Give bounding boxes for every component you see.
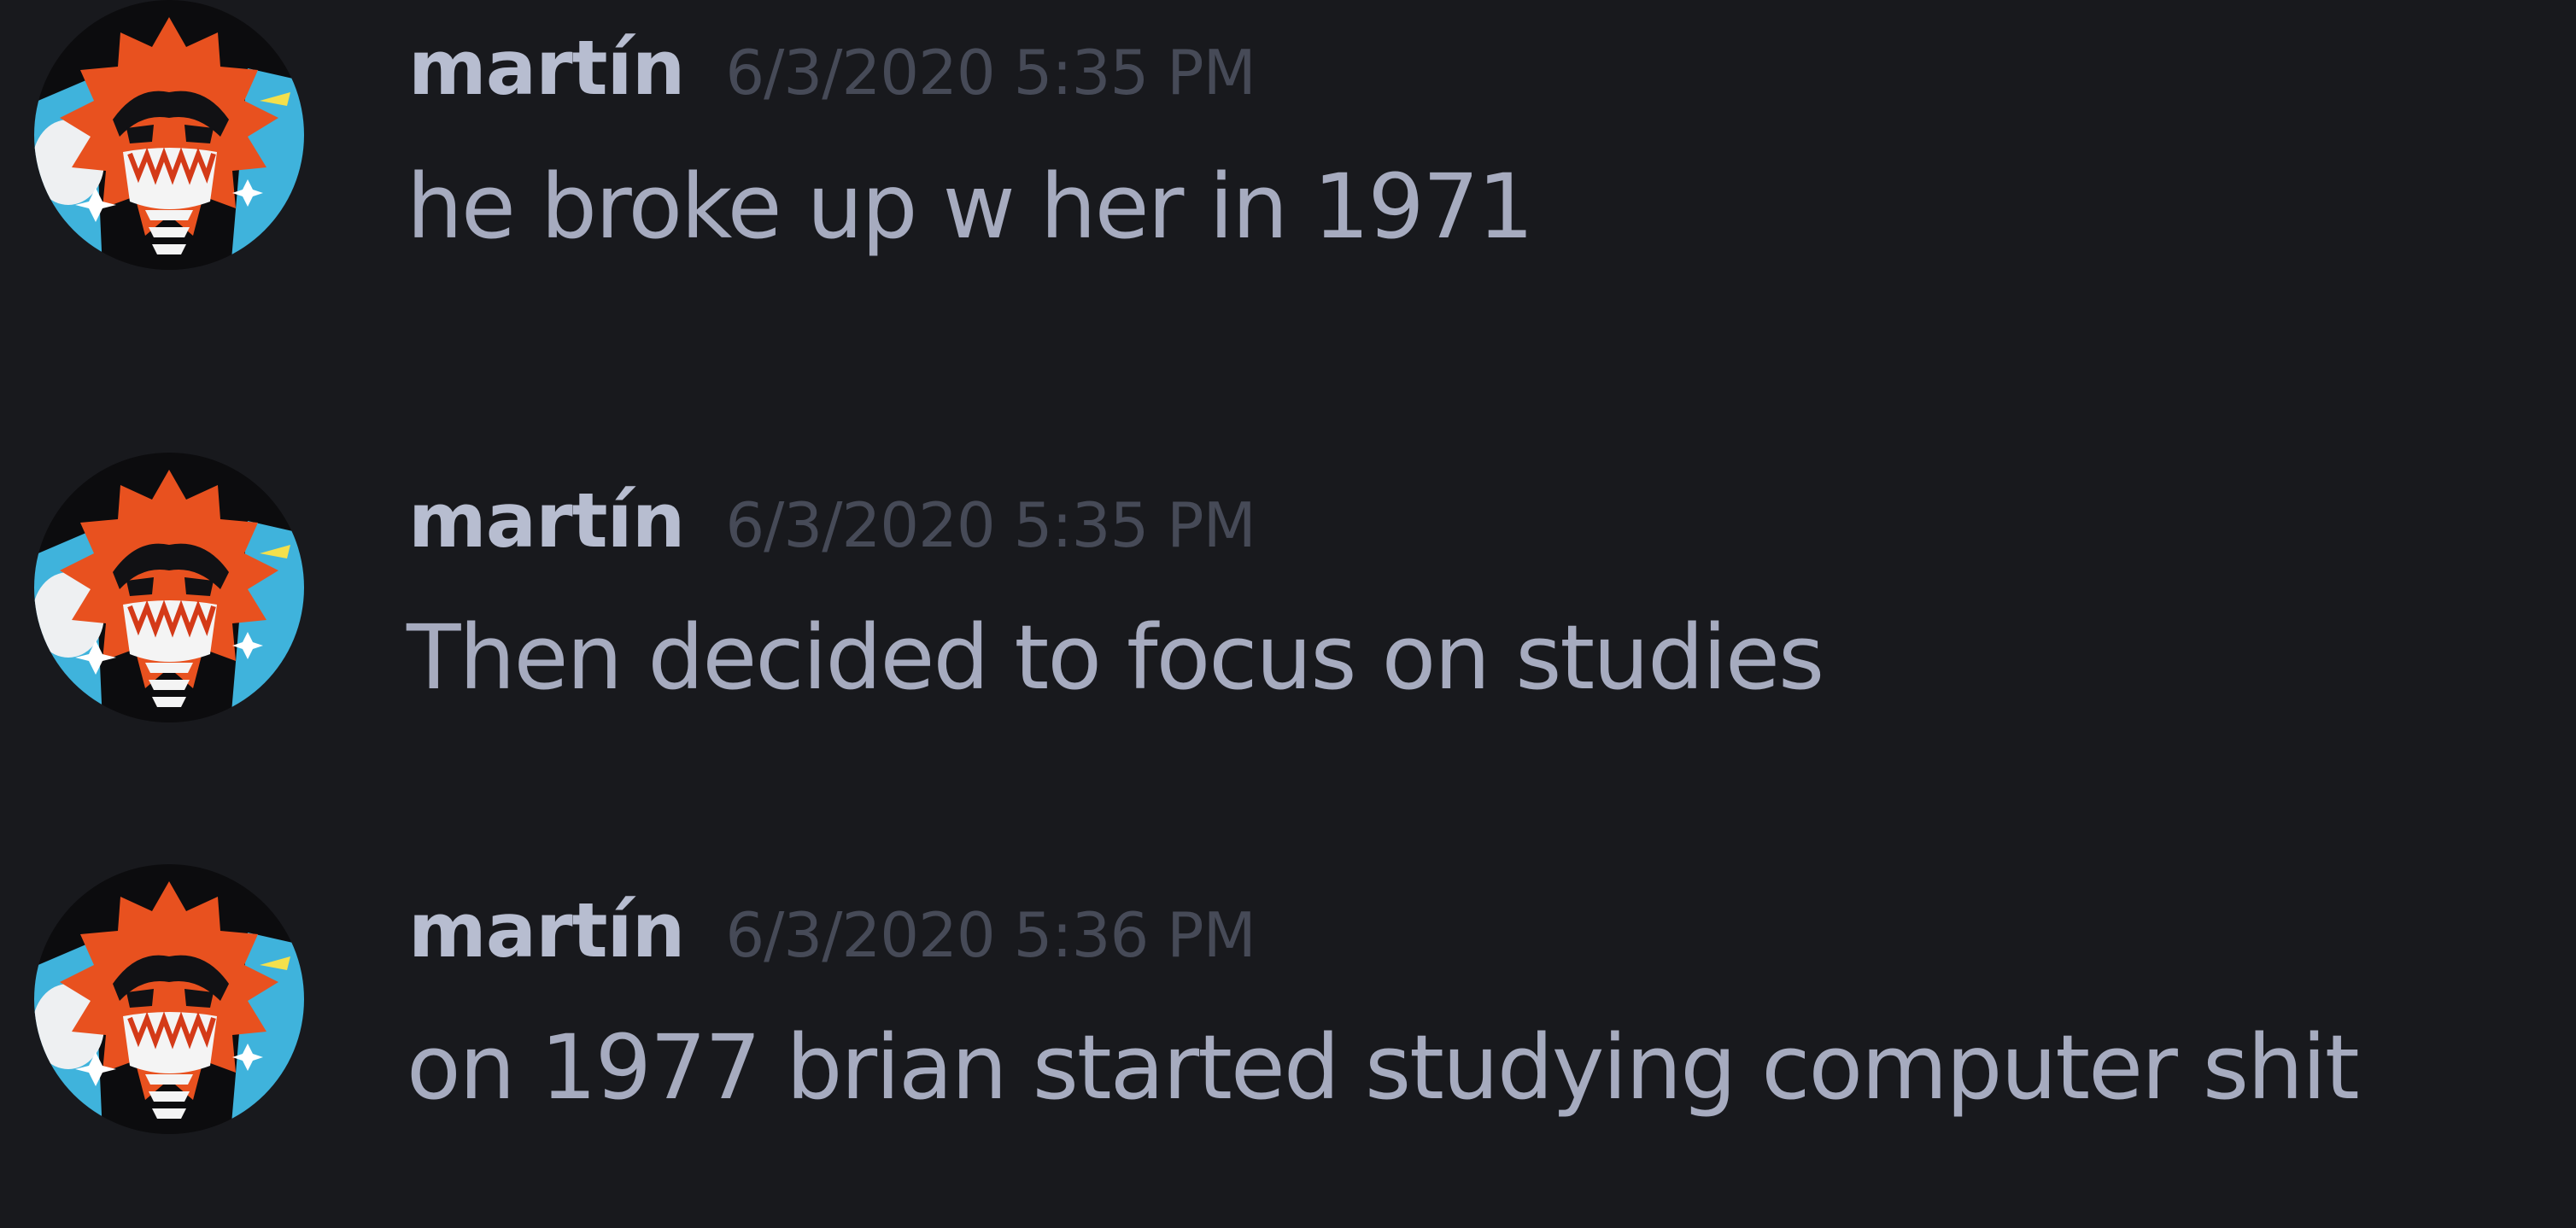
message-text: on 1977 brian started studying computer … — [407, 1015, 2360, 1120]
message-text: Then decided to focus on studies — [407, 605, 1824, 710]
chat-message: martín 6/3/2020 5:36 PM on 1977 brian sta… — [0, 864, 2576, 1155]
timestamp: 6/3/2020 5:36 PM — [725, 899, 1256, 971]
message-header: martín 6/3/2020 5:35 PM — [408, 483, 1256, 558]
username[interactable]: martín — [408, 477, 685, 564]
username[interactable]: martín — [408, 24, 685, 112]
chat-message: martín 6/3/2020 5:35 PM Then decided to f… — [0, 453, 2576, 743]
message-header: martín 6/3/2020 5:35 PM — [408, 31, 1256, 106]
timestamp: 6/3/2020 5:35 PM — [725, 37, 1256, 108]
message-text: he broke up w her in 1971 — [407, 155, 1534, 259]
timestamp: 6/3/2020 5:35 PM — [725, 489, 1256, 561]
message-header: martín 6/3/2020 5:36 PM — [408, 893, 1256, 968]
chat-message: martín 6/3/2020 5:35 PM he broke up w her… — [0, 0, 2576, 290]
cartoon-face-avatar-icon[interactable] — [34, 864, 304, 1134]
cartoon-face-avatar-icon[interactable] — [34, 0, 304, 270]
username[interactable]: martín — [408, 886, 685, 974]
cartoon-face-avatar-icon[interactable] — [34, 453, 304, 722]
